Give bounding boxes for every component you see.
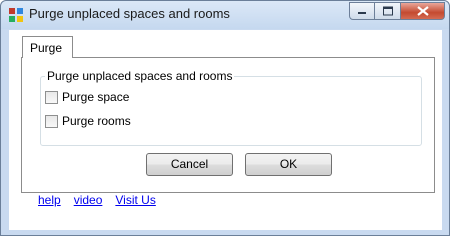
purge-rooms-checkbox[interactable] <box>45 114 58 128</box>
minimize-icon <box>358 12 366 14</box>
purge-space-label: Purge space <box>62 90 130 104</box>
app-window-icon <box>9 8 23 22</box>
caption-buttons <box>349 2 445 20</box>
cancel-button[interactable]: Cancel <box>146 153 233 176</box>
purge-group-box: Purge unplaced spaces and rooms Purge sp… <box>40 69 422 146</box>
tab-panel-purge: Purge unplaced spaces and rooms Purge sp… <box>21 57 435 193</box>
ok-button[interactable]: OK <box>245 153 332 176</box>
window-title: Purge unplaced spaces and rooms <box>29 6 230 21</box>
purge-space-checkbox[interactable] <box>45 90 58 104</box>
footer-links: help video Visit Us <box>38 193 156 207</box>
maximize-button[interactable] <box>375 2 401 20</box>
help-link[interactable]: help <box>38 193 61 207</box>
title-bar[interactable]: Purge unplaced spaces and rooms <box>1 1 449 29</box>
close-button[interactable] <box>401 2 445 20</box>
purge-space-option[interactable]: Purge space <box>45 90 129 104</box>
minimize-button[interactable] <box>349 2 375 20</box>
visit-us-link[interactable]: Visit Us <box>115 193 155 207</box>
maximize-icon <box>382 6 393 16</box>
video-link[interactable]: video <box>74 193 103 207</box>
purge-rooms-label: Purge rooms <box>62 114 131 128</box>
dialog-window: Purge unplaced spaces and rooms Purge Pu… <box>0 0 450 236</box>
purge-rooms-option[interactable]: Purge rooms <box>45 114 131 128</box>
close-icon <box>416 6 429 16</box>
group-box-legend: Purge unplaced spaces and rooms <box>45 69 235 83</box>
tab-purge[interactable]: Purge <box>22 36 73 58</box>
dialog-body: Purge Purge unplaced spaces and rooms Pu… <box>9 30 442 230</box>
